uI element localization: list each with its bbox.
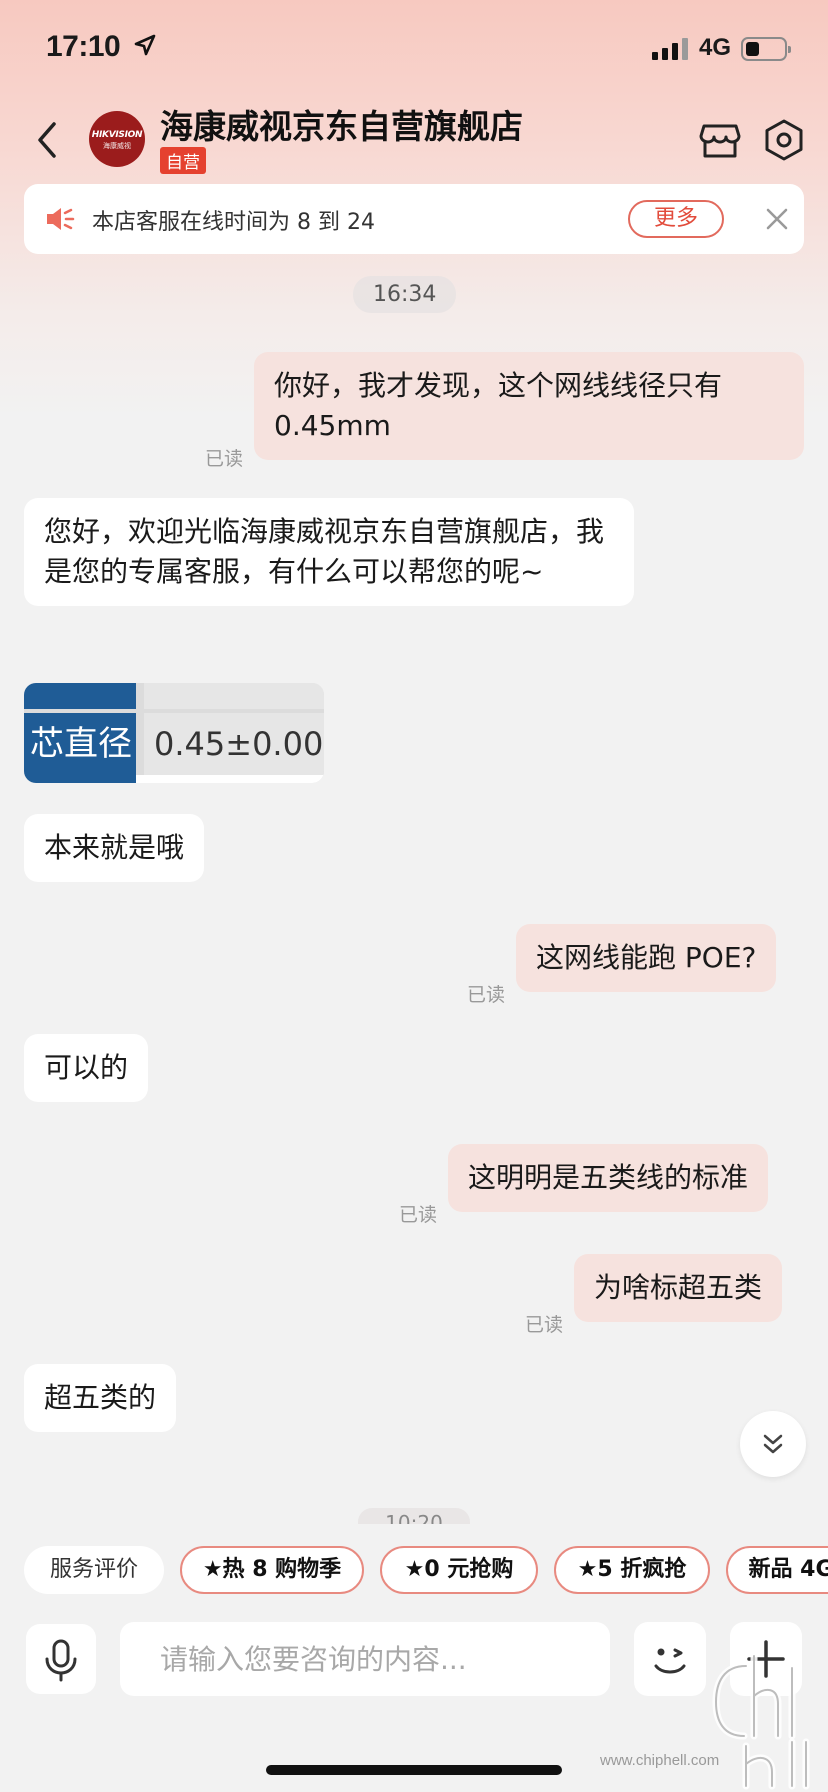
message-bubble-incoming[interactable]: 可以的: [24, 1034, 149, 1102]
close-icon[interactable]: [762, 204, 792, 234]
promo-chip[interactable]: 新品 4G: [726, 1546, 828, 1594]
back-chevron-icon[interactable]: [28, 116, 68, 164]
status-bar: 17:10 4G: [0, 0, 828, 100]
promo-chip[interactable]: ★热 8 购物季: [180, 1546, 364, 1594]
signal-icon: [652, 38, 690, 60]
logo-subtext: 海康威视: [103, 142, 131, 150]
service-review-chip[interactable]: 服务评价: [24, 1546, 164, 1594]
voice-input-button[interactable]: [26, 1624, 96, 1694]
message-bubble-incoming[interactable]: 超五类的: [24, 1364, 177, 1432]
message-input[interactable]: [120, 1622, 610, 1696]
scroll-to-bottom-button[interactable]: [740, 1411, 806, 1477]
service-notice-banner: 本店客服在线时间为 8 到 24 更多: [24, 184, 804, 254]
more-button[interactable]: 更多: [628, 200, 724, 238]
self-operated-badge: 自营: [160, 147, 206, 174]
promo-chip[interactable]: ★0 元抢购: [380, 1546, 538, 1594]
read-receipt: 已读: [399, 1204, 438, 1226]
message-bubble-outgoing[interactable]: 这网线能跑 POE?: [516, 924, 777, 992]
home-indicator[interactable]: [266, 1765, 562, 1775]
double-chevron-down-icon: [763, 1434, 783, 1454]
chat-header: HIKVISION 海康威视 海康威视京东自营旗舰店 自营: [0, 100, 828, 180]
message-bubble-outgoing[interactable]: 为啥标超五类: [574, 1254, 783, 1322]
store-avatar[interactable]: HIKVISION 海康威视: [89, 111, 145, 167]
message-bubble-incoming[interactable]: 本来就是哦: [24, 814, 205, 882]
status-time: 17:10: [46, 30, 121, 63]
chat-timestamp-partial: 10:20: [358, 1508, 470, 1524]
quick-action-row: 服务评价 ★热 8 购物季 ★0 元抢购 ★5 折疯抢 新品 4G: [0, 1546, 828, 1596]
network-label: 4G: [699, 34, 732, 61]
store-title[interactable]: 海康威视京东自营旗舰店: [160, 100, 523, 148]
read-receipt: 已读: [467, 984, 506, 1006]
message-bubble-outgoing[interactable]: 这明明是五类线的标准: [448, 1144, 769, 1212]
chat-timestamp: 16:34: [353, 276, 457, 313]
watermark-logo: [712, 1652, 810, 1790]
message-bubble-outgoing[interactable]: 你好，我才发现，这个网线线径只有0.45mm: [254, 352, 804, 460]
promo-chip[interactable]: ★5 折疯抢: [554, 1546, 710, 1594]
settings-hexagon-icon[interactable]: [762, 118, 806, 162]
image-message[interactable]: 芯直径 0.45±0.00: [24, 683, 324, 783]
message-bubble-incoming[interactable]: 您好，欢迎光临海康威视京东自营旗舰店，我是您的专属客服，有什么可以帮您的呢~: [24, 498, 634, 606]
read-receipt: 已读: [525, 1314, 564, 1336]
battery-icon: [741, 37, 791, 61]
image-spec-value: 0.45±0.00: [144, 713, 324, 775]
store-icon[interactable]: [698, 118, 742, 162]
read-receipt: 已读: [205, 448, 244, 470]
image-spec-label: 芯直径: [24, 713, 136, 775]
speaker-icon: [47, 208, 75, 230]
logo-text: HIKVISION: [91, 130, 143, 140]
location-arrow-icon: [134, 34, 156, 56]
notice-text: 本店客服在线时间为 8 到 24: [92, 210, 375, 235]
watermark-text: www.chiphell.com: [600, 1752, 720, 1769]
microphone-icon: [45, 1639, 77, 1682]
